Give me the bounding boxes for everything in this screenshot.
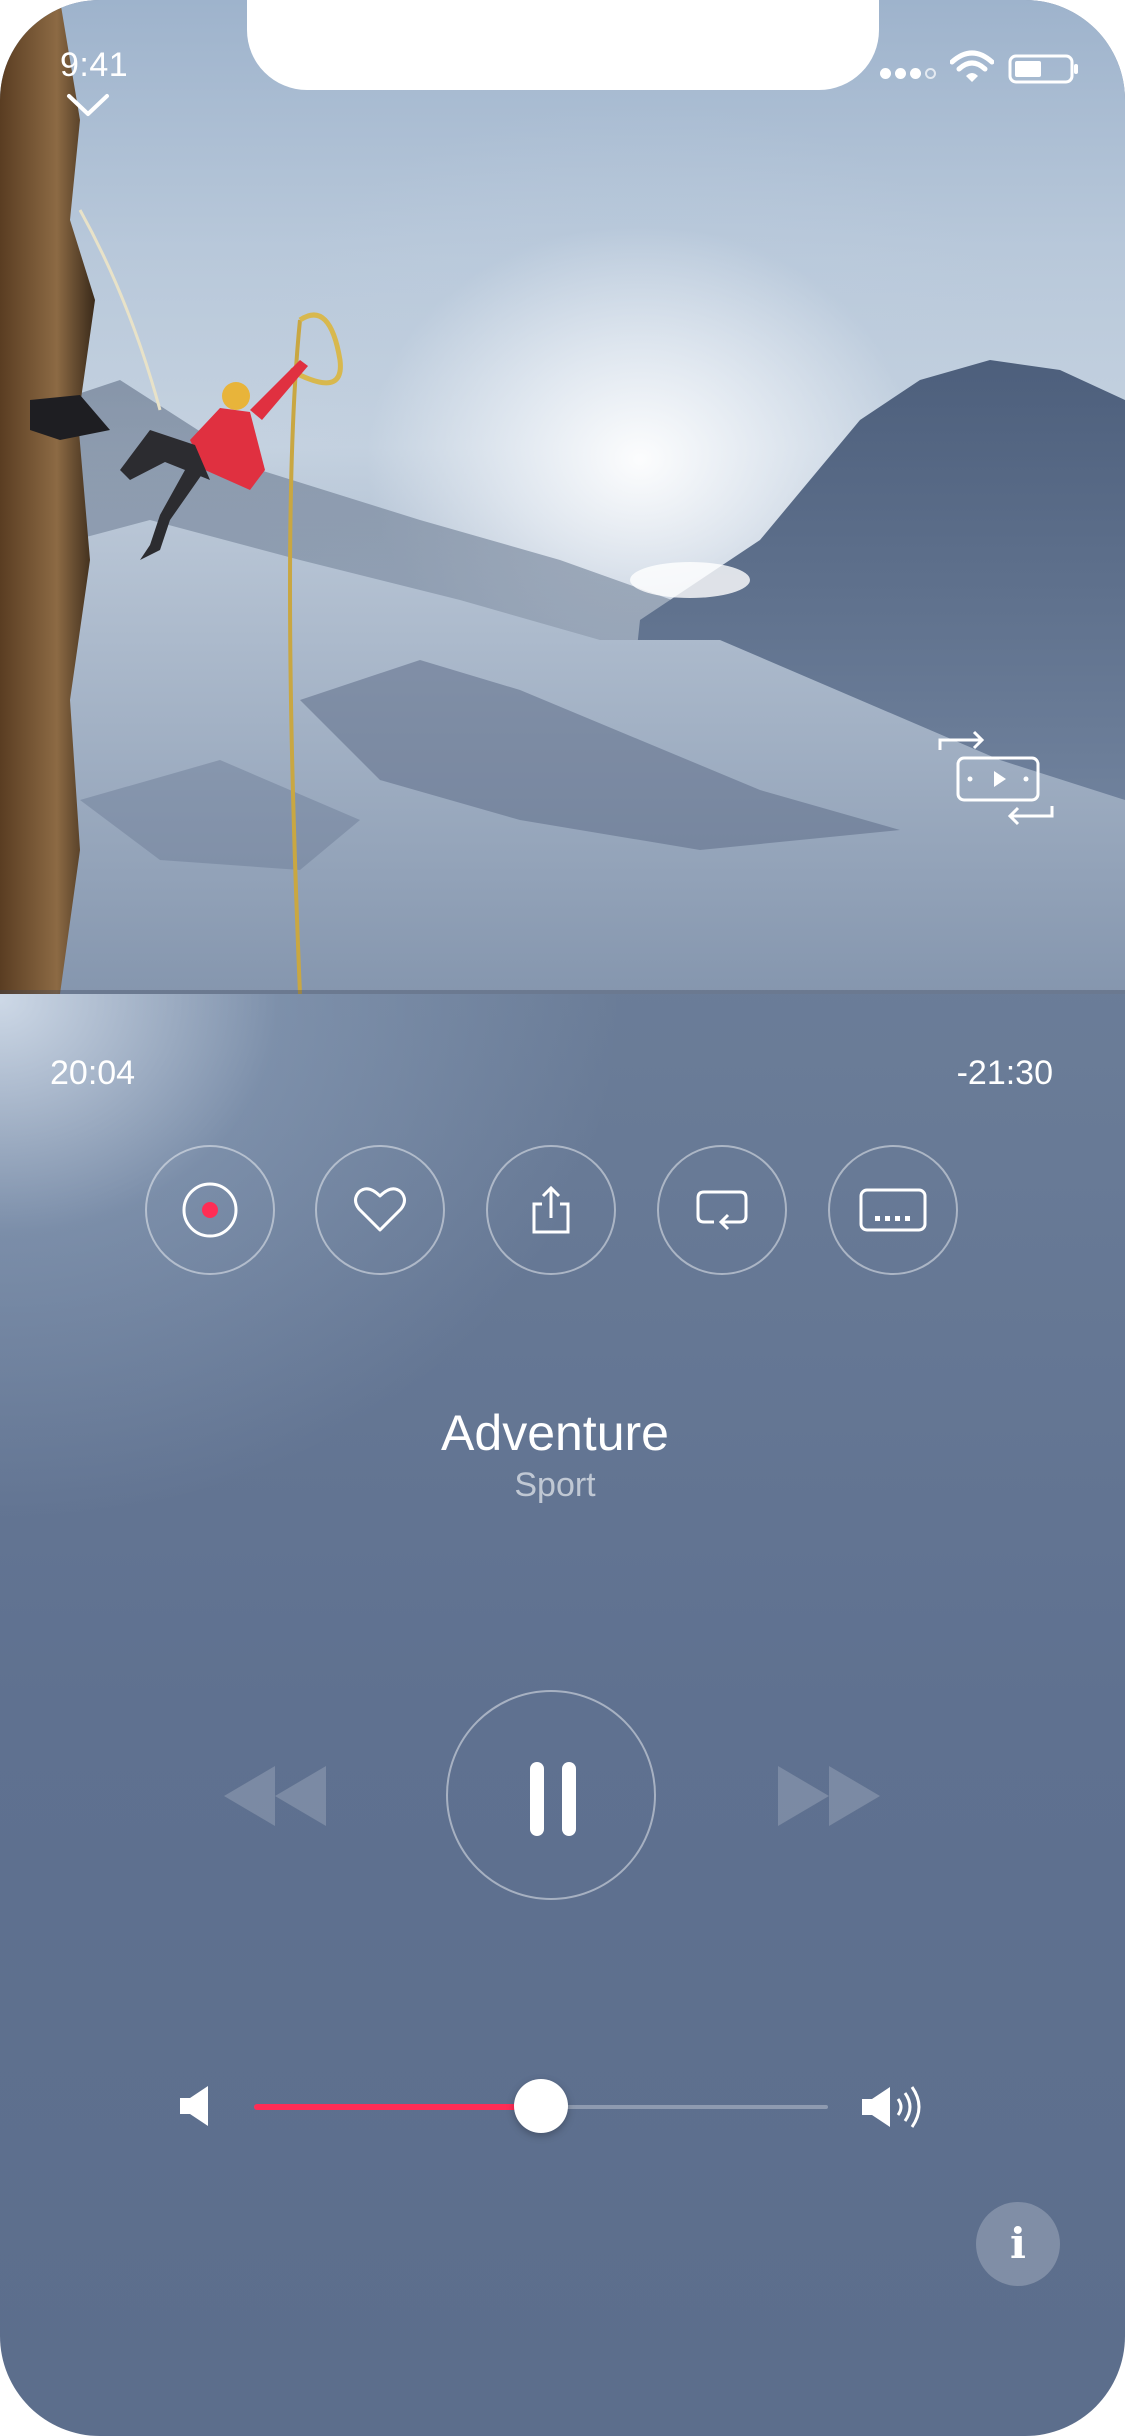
volume-high-icon	[862, 2086, 921, 2128]
video-artwork	[0, 0, 1125, 994]
heart-icon	[354, 1187, 406, 1232]
elapsed-time: 20:04	[50, 1054, 136, 1092]
status-time: 9:41	[60, 46, 129, 84]
track-title: Adventure	[441, 1405, 669, 1461]
record-button[interactable]	[145, 1145, 275, 1275]
share-button[interactable]	[486, 1145, 616, 1275]
pause-icon	[530, 1762, 544, 1836]
signal-icon	[880, 66, 940, 82]
battery-icon	[1008, 54, 1078, 84]
volume-slider[interactable]	[254, 2079, 828, 2133]
fast-forward-icon[interactable]	[776, 1764, 882, 1828]
wifi-icon	[950, 50, 994, 82]
picture-in-picture-icon[interactable]	[936, 722, 1056, 830]
video-view[interactable]	[0, 0, 1125, 994]
repeat-button[interactable]	[657, 1145, 787, 1275]
info-button[interactable]: i	[976, 2202, 1060, 2286]
like-button[interactable]	[315, 1145, 445, 1275]
rewind-icon[interactable]	[222, 1764, 328, 1828]
share-icon	[532, 1185, 570, 1234]
volume-low-icon	[180, 2086, 208, 2126]
subtitles-icon	[859, 1188, 927, 1232]
video-divider	[0, 990, 1125, 994]
device-notch	[247, 0, 879, 90]
record-icon	[182, 1182, 238, 1238]
track-category: Sport	[514, 1466, 596, 1504]
pause-button[interactable]	[446, 1690, 656, 1900]
repeat-icon	[696, 1190, 748, 1231]
volume-level	[254, 2104, 541, 2110]
subtitles-button[interactable]	[828, 1145, 958, 1275]
pause-icon	[562, 1762, 576, 1836]
remaining-time: -21:30	[956, 1054, 1053, 1092]
volume-thumb[interactable]	[514, 2079, 568, 2133]
player-screen: 9:41 20:04 -21:30 Adventure Sport i	[0, 0, 1125, 2436]
chevron-down-icon[interactable]	[66, 92, 110, 118]
